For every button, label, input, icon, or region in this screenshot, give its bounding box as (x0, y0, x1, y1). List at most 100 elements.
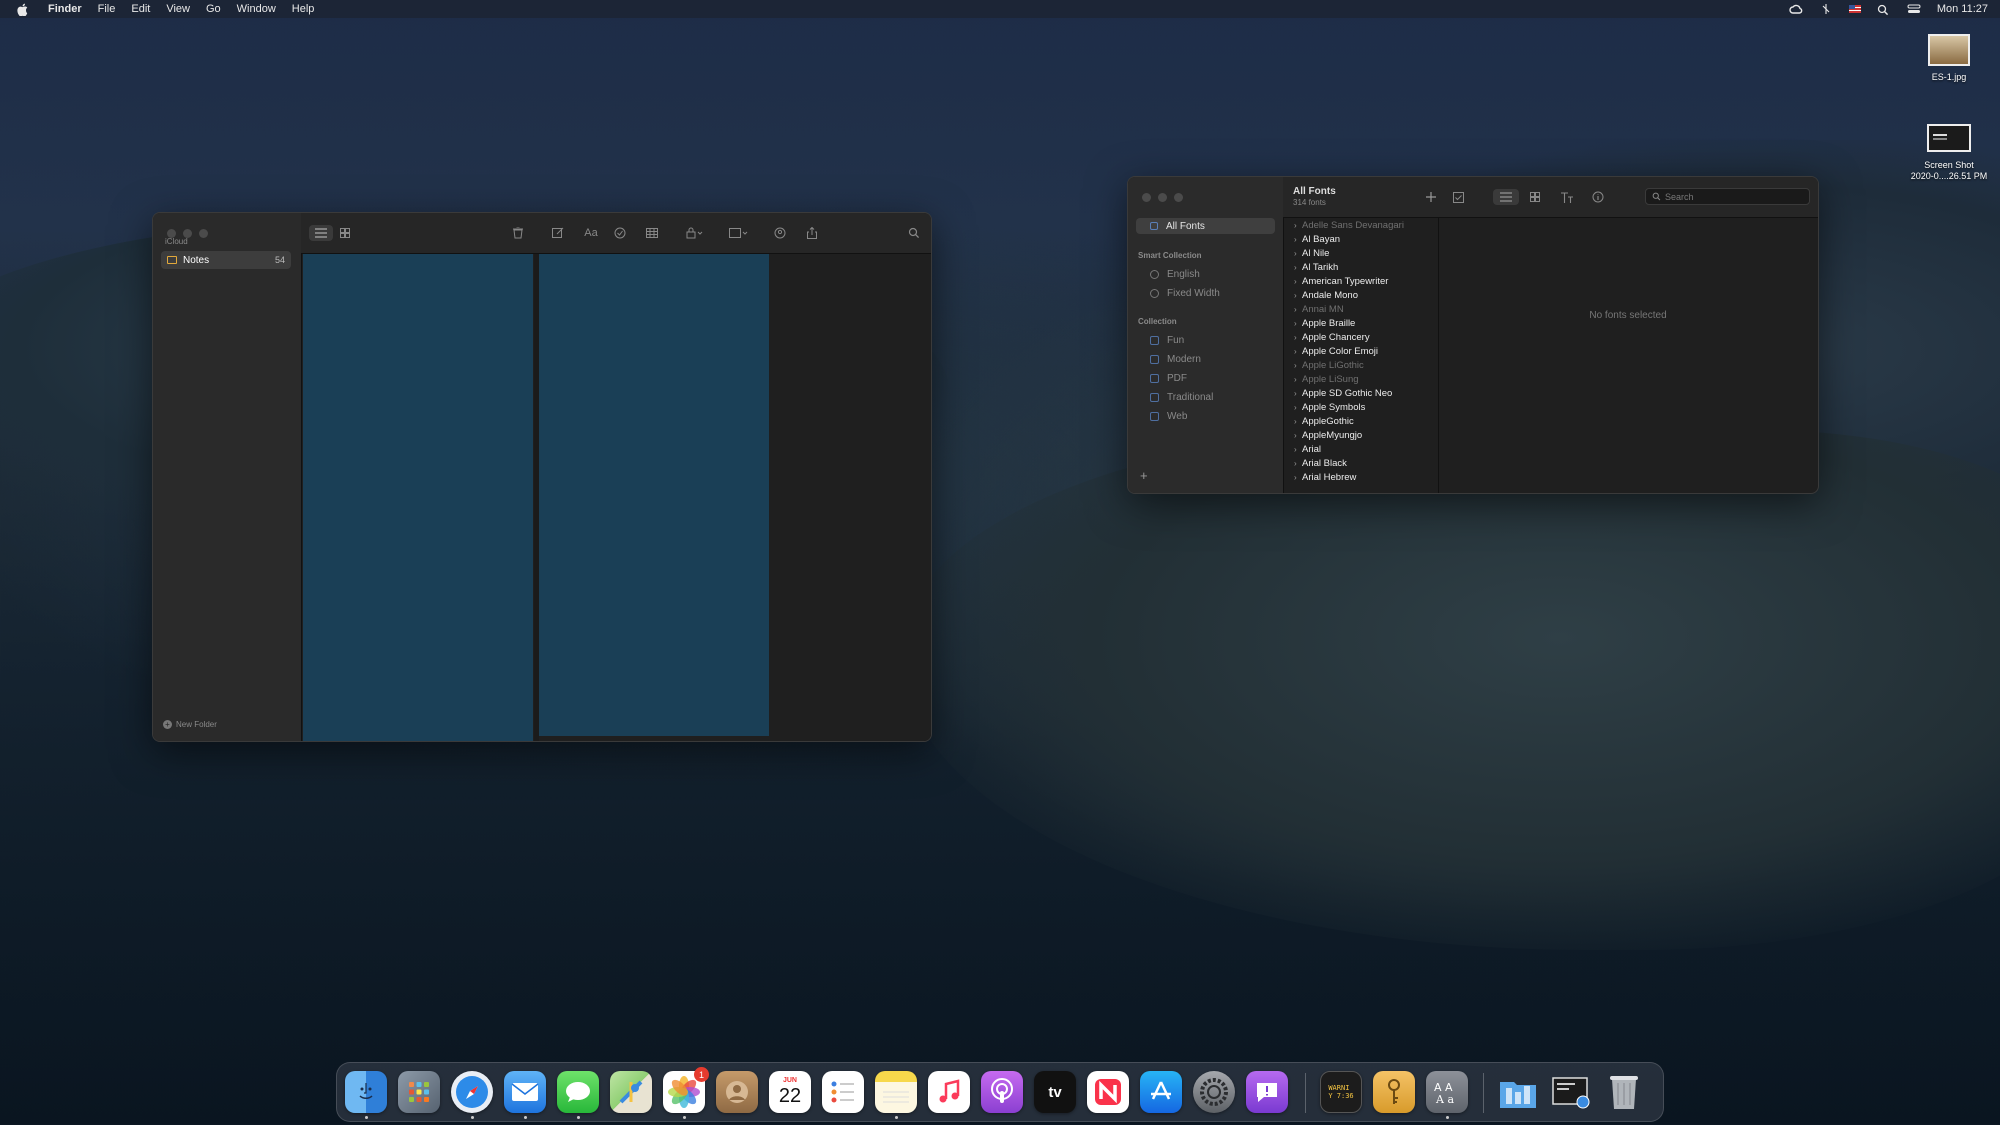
font-row[interactable]: › Apple Chancery (1283, 330, 1438, 344)
font-row[interactable]: › Arial Black (1283, 456, 1438, 470)
font-row[interactable]: › Arial (1283, 442, 1438, 456)
list-view-icon[interactable] (309, 225, 333, 241)
font-row[interactable]: › Apple Braille (1283, 316, 1438, 330)
zoom-button[interactable] (199, 229, 208, 238)
keychain-access-icon[interactable] (1373, 1071, 1415, 1113)
font-size-icon[interactable] (1557, 189, 1577, 205)
control-center-icon[interactable] (1907, 4, 1921, 14)
console-icon[interactable]: WARNI Y 7:36 (1320, 1071, 1362, 1113)
notes-app-icon[interactable] (875, 1071, 917, 1113)
font-name: Apple Braille (1302, 317, 1356, 329)
tv-icon[interactable]: tv (1034, 1071, 1076, 1113)
creative-cloud-icon[interactable] (1789, 4, 1803, 14)
font-row[interactable]: › American Typewriter (1283, 274, 1438, 288)
menu-go[interactable]: Go (198, 3, 229, 15)
sidebar-item-fun[interactable]: Fun (1150, 335, 1184, 346)
spotlight-icon[interactable] (1877, 4, 1891, 16)
font-row[interactable]: › Andale Mono (1283, 288, 1438, 302)
sidebar-item-modern[interactable]: Modern (1150, 354, 1201, 365)
menu-file[interactable]: File (90, 3, 124, 15)
share-icon[interactable] (803, 225, 821, 241)
music-icon[interactable] (928, 1071, 970, 1113)
menu-window[interactable]: Window (229, 3, 284, 15)
font-row[interactable]: › Al Nile (1283, 246, 1438, 260)
font-row[interactable]: › AppleMyungjo (1283, 428, 1438, 442)
dock-separator (1483, 1073, 1484, 1113)
bluetooth-icon[interactable] (1819, 4, 1833, 14)
search-field[interactable]: Search (1645, 188, 1810, 205)
sidebar-item-pdf[interactable]: PDF (1150, 373, 1187, 384)
font-row[interactable]: › Apple SD Gothic Neo (1283, 386, 1438, 400)
sidebar-item-fixed-width[interactable]: Fixed Width (1150, 288, 1220, 299)
mail-icon[interactable] (504, 1071, 546, 1113)
gallery-view-icon[interactable] (335, 225, 355, 241)
console-text: WARNI Y 7:36 (1328, 1084, 1354, 1100)
trash-icon[interactable] (509, 225, 527, 241)
menu-help[interactable]: Help (284, 3, 323, 15)
close-button[interactable] (1142, 193, 1151, 202)
font-row[interactable]: › Apple LiSung (1283, 372, 1438, 386)
grid-view-icon[interactable] (1525, 189, 1545, 205)
trash-icon[interactable] (1603, 1071, 1645, 1113)
add-font-icon[interactable] (1423, 189, 1439, 205)
maps-icon[interactable] (610, 1071, 652, 1113)
compose-icon[interactable] (549, 225, 567, 241)
reminders-icon[interactable] (822, 1071, 864, 1113)
apple-menu-icon[interactable] (14, 1, 30, 17)
screenshots-stack-icon[interactable] (1550, 1071, 1592, 1113)
font-row[interactable]: › Adelle Sans Devanagari (1283, 218, 1438, 232)
list-view-icon[interactable] (1493, 189, 1519, 205)
font-row[interactable]: › Apple Color Emoji (1283, 344, 1438, 358)
note-list[interactable] (303, 254, 533, 741)
font-row[interactable]: › Apple LiGothic (1283, 358, 1438, 372)
us-flag-icon[interactable] (1848, 5, 1861, 13)
font-row[interactable]: › Apple Symbols (1283, 400, 1438, 414)
photos-icon[interactable]: 1 (663, 1067, 709, 1113)
format-text-icon[interactable]: Aa (581, 225, 601, 241)
font-row[interactable]: › Al Tarikh (1283, 260, 1438, 274)
safari-icon[interactable] (451, 1071, 493, 1113)
sidebar-item-traditional[interactable]: Traditional (1150, 392, 1213, 403)
contacts-icon[interactable] (716, 1071, 758, 1113)
launchpad-icon[interactable] (398, 1071, 440, 1113)
menu-app-name[interactable]: Finder (40, 3, 90, 15)
calendar-icon[interactable]: JUN 22 (769, 1071, 811, 1113)
font-list[interactable]: › Adelle Sans Devanagari › Al Bayan › Al Ni… (1283, 218, 1439, 493)
font-row[interactable]: › Al Bayan (1283, 232, 1438, 246)
font-name: Apple Color Emoji (1302, 345, 1379, 357)
app-store-icon[interactable] (1140, 1071, 1182, 1113)
collaborate-icon[interactable] (771, 225, 789, 241)
font-row[interactable]: › Arial Hebrew (1283, 470, 1438, 484)
desktop-file-screenshot[interactable]: Screen Shot 2020-0....26.51 PM (1889, 124, 2000, 182)
note-editor[interactable] (539, 254, 769, 736)
font-book-icon[interactable]: A AA a (1426, 1071, 1468, 1113)
font-row[interactable]: › Annai MN (1283, 302, 1438, 316)
font-row[interactable]: › AppleGothic (1283, 414, 1438, 428)
news-icon[interactable] (1087, 1071, 1129, 1113)
add-collection-button[interactable]: + (1140, 468, 1148, 483)
menubar-clock[interactable]: Mon 11:27 (1937, 3, 1988, 15)
validate-icon[interactable] (1450, 189, 1466, 205)
menu-view[interactable]: View (158, 3, 198, 15)
downloads-stack-icon[interactable] (1497, 1071, 1539, 1113)
desktop-file-es1[interactable]: ES-1.jpg (1889, 34, 2000, 83)
checklist-icon[interactable] (611, 225, 629, 241)
lock-icon[interactable] (681, 225, 709, 241)
sidebar-item-all-fonts[interactable]: All Fonts (1136, 218, 1275, 234)
sidebar-item-english[interactable]: English (1150, 269, 1200, 280)
info-icon[interactable] (1589, 189, 1607, 205)
finder-icon[interactable] (345, 1071, 387, 1113)
system-preferences-icon[interactable] (1193, 1071, 1235, 1113)
media-icon[interactable] (725, 225, 753, 241)
minimize-button[interactable] (1158, 193, 1167, 202)
sidebar-item-web[interactable]: Web (1150, 411, 1187, 422)
menu-edit[interactable]: Edit (123, 3, 158, 15)
feedback-assistant-icon[interactable] (1246, 1071, 1288, 1113)
table-icon[interactable] (643, 225, 661, 241)
zoom-button[interactable] (1174, 193, 1183, 202)
new-folder-button[interactable]: + New Folder (163, 720, 217, 729)
search-icon[interactable] (905, 225, 923, 241)
podcasts-icon[interactable] (981, 1071, 1023, 1113)
messages-icon[interactable] (557, 1071, 599, 1113)
sidebar-folder-notes[interactable]: Notes 54 (161, 251, 291, 269)
